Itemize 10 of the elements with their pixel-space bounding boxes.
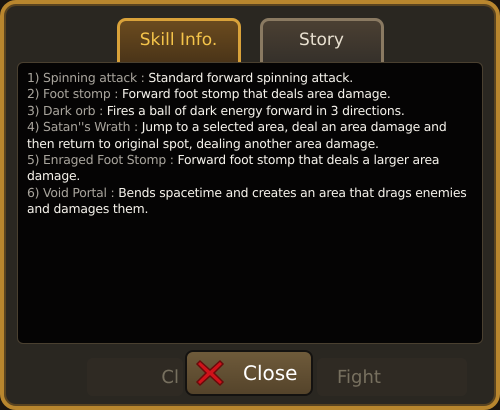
skill-description: 5) Enraged Foot Stomp : Forward foot stomp that deals a larger area damage. [27, 152, 440, 185]
tab[interactable]: Skill Info. [116, 18, 240, 62]
close-icon [195, 358, 225, 388]
skill-description: 6) Void Portal : Bends spacetime and creates an area that drags enemies and damages them. [27, 184, 468, 218]
skill-description: 3) Dark orb : Fires a ball of dark energy forward in 3 directions. [27, 102, 406, 120]
close-button[interactable]: Close [185, 350, 313, 396]
tab[interactable]: Story [260, 18, 384, 62]
skill-description: 4) Satan''s Wrath : Jump to a selected area, deal an area damage and then return to original spot, dealing another area damage. [27, 119, 448, 152]
skill-description: 2) Foot stomp : Forward foot stomp that deals area damage. [27, 86, 392, 103]
skill-description: 1) Spinning attack : Standard forward spinning attack. [27, 70, 354, 86]
